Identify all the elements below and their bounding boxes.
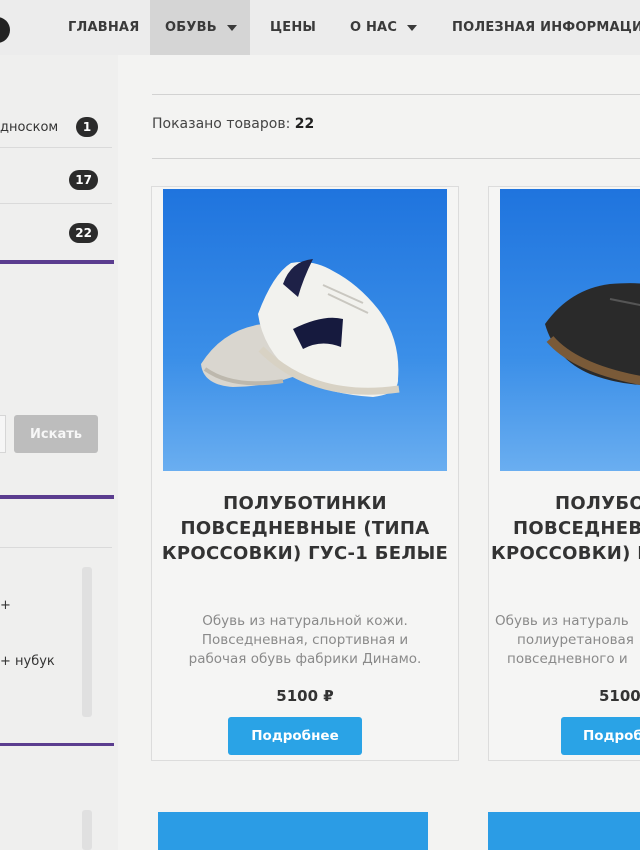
divider [0,203,112,204]
nav-item-prices[interactable]: ЦЕНЫ [262,0,324,55]
product-description: Обувь из натуральной кожи. Повседневная,… [152,612,458,669]
product-title-line: КРОССОВКИ) ГУС-1 БЕЛЫЕ [161,543,449,564]
products-shown-value: 22 [294,116,315,132]
nav-item-about[interactable]: О НАС [342,0,425,55]
product-description-line: полиуретановая [517,632,634,648]
product-title-line: КРОССОВКИ) Г [491,543,640,564]
product-title[interactable]: ПОЛУБОТИНКИ ПОВСЕДНЕВНЫЕ (ТИПА КРОССОВКИ… [152,491,458,566]
nav-item-home[interactable]: ГЛАВНАЯ [60,0,147,55]
sidebar-category-item[interactable]: 17 [0,160,110,200]
filter-scrollbar[interactable] [82,810,92,850]
count-badge: 22 [69,223,98,243]
nav-item-label: ПОЛЕЗНАЯ ИНФОРМАЦИ [452,20,640,35]
filter-scrollbar[interactable] [82,567,92,717]
product-title-line: ПОЛУБО [555,493,640,514]
product-description-line: рабочая обувь фабрики Динамо. [188,651,422,667]
product-description-line: повседневного и [507,651,628,667]
search-input[interactable] [0,415,6,453]
nav-item-shoes[interactable]: ОБУВЬ [150,0,250,55]
nav-item-label: О НАС [350,20,398,35]
product-title-line: ПОЛУБОТИНКИ [223,493,387,514]
filter-option[interactable]: + нубук [0,654,55,669]
section-divider [0,743,114,746]
black-sneaker-image[interactable] [500,189,640,471]
product-price: 5100 ₽ [276,687,334,705]
section-divider [0,260,114,264]
search-button[interactable]: Искать [14,415,98,453]
product-title[interactable]: ПОЛУБО ПОВСЕДНЕВ КРОССОВКИ) Г [489,491,640,566]
logo[interactable] [0,17,10,43]
sidebar: дноском 1 17 22 Искать + + нубук [0,55,118,850]
sidebar-category-item[interactable]: 22 [0,213,110,253]
product-title-line: ПОВСЕДНЕВНЫЕ (ТИПА [180,518,430,539]
divider [0,147,112,148]
nav-item-label: ОБУВЬ [165,20,217,35]
divider [152,94,640,95]
product-card: ПОЛУБОТИНКИ ПОВСЕДНЕВНЫЕ (ТИПА КРОССОВКИ… [151,186,459,761]
details-button[interactable]: Подроб [561,717,640,755]
count-badge: 1 [76,117,98,137]
nav-item-useful-info[interactable]: ПОЛЕЗНАЯ ИНФОРМАЦИ [444,0,640,55]
sidebar-category-item[interactable]: дноском 1 [0,107,110,147]
nav-item-label: ГЛАВНАЯ [68,20,140,35]
product-description-line: Обувь из натуральной кожи. [202,613,408,629]
details-button[interactable]: Подробнее [228,717,362,755]
product-card-image-next[interactable] [488,812,640,850]
products-shown-count: Показано товаров: 22 [152,116,314,132]
chevron-down-icon [407,24,418,31]
product-card: ПОЛУБО ПОВСЕДНЕВ КРОССОВКИ) Г Обувь из н… [488,186,640,761]
product-price: 5100 [599,687,640,705]
product-description-line: Обувь из натураль [495,613,629,629]
section-divider [0,495,114,499]
product-card-image-next[interactable] [158,812,428,850]
sidebar-category-label: дноском [0,119,59,135]
white-sneaker-image[interactable] [163,189,447,471]
divider [0,547,112,548]
chevron-down-icon [226,24,237,31]
nav-item-label: ЦЕНЫ [270,20,317,35]
count-badge: 17 [69,170,98,190]
products-shown-label: Показано товаров: [152,116,291,132]
filter-option[interactable]: + [0,598,11,613]
product-description-line: Повседневная, спортивная и [201,632,409,648]
top-nav: ГЛАВНАЯ ОБУВЬ ЦЕНЫ О НАС ПОЛЕЗНАЯ ИНФОРМ… [0,0,640,55]
product-title-line: ПОВСЕДНЕВ [513,518,640,539]
divider [152,158,640,159]
product-description: Обувь из натураль полиуретановая повседн… [489,612,640,669]
